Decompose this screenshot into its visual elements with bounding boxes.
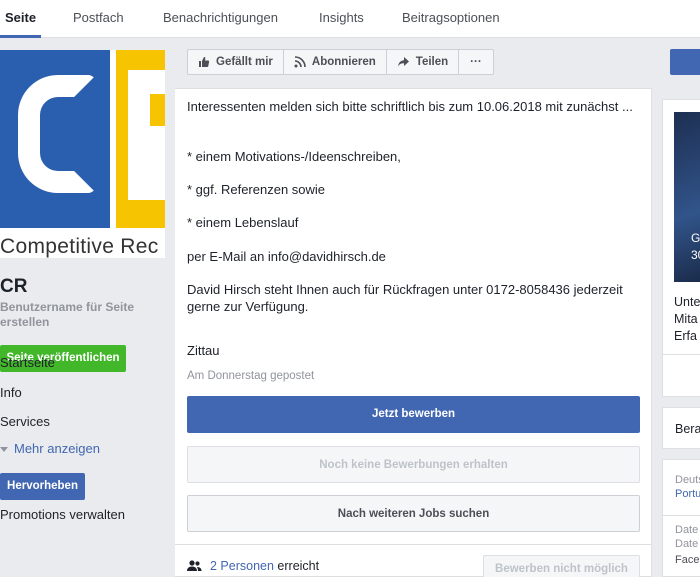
footer-link[interactable]: Date	[675, 524, 698, 536]
primary-action-button-partial[interactable]	[670, 49, 700, 75]
tab-seite[interactable]: Seite	[0, 0, 42, 38]
post-text-line: * einem Lebenslauf	[187, 215, 299, 230]
promo-text: Unte	[674, 295, 700, 309]
tab-benachrichtigungen[interactable]: Benachrichtigungen	[163, 0, 278, 38]
promo-image-text: 30	[691, 248, 700, 262]
sidebar-item-promotions[interactable]: Promotions verwalten	[0, 507, 125, 522]
post-timestamp[interactable]: Am Donnerstag gepostet	[187, 370, 314, 382]
page-top-nav: Seite Postfach Benachrichtigungen Insigh…	[0, 0, 700, 38]
sidebar-item-services[interactable]: Services	[0, 414, 50, 429]
post-text-line: David Hirsch steht Ihnen auch für Rückfr…	[187, 282, 623, 314]
post-text-line: Interessenten melden sich bitte schriftl…	[187, 99, 633, 114]
sidebar-item-info[interactable]: Info	[0, 385, 22, 400]
language-link-pt[interactable]: Portu	[675, 488, 700, 500]
people-icon	[187, 560, 202, 571]
logo-letter-r	[128, 70, 165, 200]
apply-now-button[interactable]: Jetzt bewerben	[187, 396, 640, 433]
logo-letter-r-hole	[150, 94, 165, 126]
subscribe-label: Abonnieren	[311, 56, 376, 68]
tab-postfach[interactable]: Postfach	[73, 0, 124, 38]
show-more-link[interactable]: Mehr anzeigen	[0, 441, 100, 456]
post-contact-email: per E-Mail an info@davidhirsch.de	[187, 249, 386, 264]
footer-link[interactable]: Date	[675, 538, 698, 550]
chevron-down-icon	[0, 447, 8, 453]
subscribe-button[interactable]: Abonnieren	[284, 50, 387, 74]
promo-text: Mita	[674, 312, 698, 326]
post-footer-divider	[175, 544, 652, 545]
right-promo-footer	[662, 354, 700, 397]
right-advice-card[interactable]: Bera	[662, 407, 700, 449]
post-location: Zittau	[187, 343, 220, 358]
language-card-divider	[663, 515, 700, 516]
like-label: Gefällt mir	[216, 56, 273, 68]
job-post-card: Interessenten melden sich bitte schriftl…	[175, 88, 652, 577]
post-text-line: * ggf. Referenzen sowie	[187, 182, 326, 197]
share-arrow-icon	[397, 57, 409, 67]
logo-text: Competitive Rec	[0, 235, 159, 258]
footer-link[interactable]: Face	[675, 554, 699, 566]
logo-letter-c	[18, 75, 96, 193]
page-profile-logo[interactable]: Competitive Rec	[0, 50, 165, 258]
promo-text: Erfa	[674, 329, 697, 343]
more-options-button[interactable]: ···	[459, 50, 493, 74]
like-button[interactable]: Gefällt mir	[188, 50, 284, 74]
reach-count-link[interactable]: 2 Personen	[210, 559, 274, 573]
thumbs-up-icon	[199, 57, 210, 67]
reach-suffix: erreicht	[277, 559, 320, 573]
left-sidebar: Competitive Rec CR Benutzername für Seit…	[0, 38, 175, 577]
no-applications-button: Noch keine Bewerbungen erhalten	[187, 446, 640, 483]
tab-insights[interactable]: Insights	[319, 0, 364, 38]
sidebar-item-startseite[interactable]: Startseite	[0, 355, 55, 370]
page-action-bar: Gefällt mir Abonnieren Teilen ···	[187, 49, 494, 75]
share-button[interactable]: Teilen	[387, 50, 460, 74]
show-more-label: Mehr anzeigen	[14, 441, 100, 456]
apply-disabled-button: Bewerben nicht möglich	[483, 555, 640, 577]
search-more-jobs-button[interactable]: Nach weiteren Jobs suchen	[187, 495, 640, 532]
tab-beitragsoptionen[interactable]: Beitragsoptionen	[402, 0, 500, 38]
promo-image-text: G	[691, 231, 700, 245]
rss-icon	[294, 56, 306, 68]
language-link-de[interactable]: Deuts	[675, 474, 700, 486]
post-reach: 2 Personen erreicht	[187, 559, 319, 573]
create-username-link[interactable]: Benutzername für Seite erstellen	[0, 300, 170, 330]
right-promo-card[interactable]: G 30 Unte Mita Erfa	[662, 99, 700, 355]
page-name: CR	[0, 276, 28, 297]
right-language-card: Deuts Portu Date Date Face	[662, 459, 700, 577]
post-text-line: * einem Motivations-/Ideenschreiben,	[187, 149, 401, 164]
advice-text: Bera	[675, 422, 700, 436]
boost-button[interactable]: Hervorheben	[0, 473, 85, 500]
share-label: Teilen	[415, 56, 449, 68]
